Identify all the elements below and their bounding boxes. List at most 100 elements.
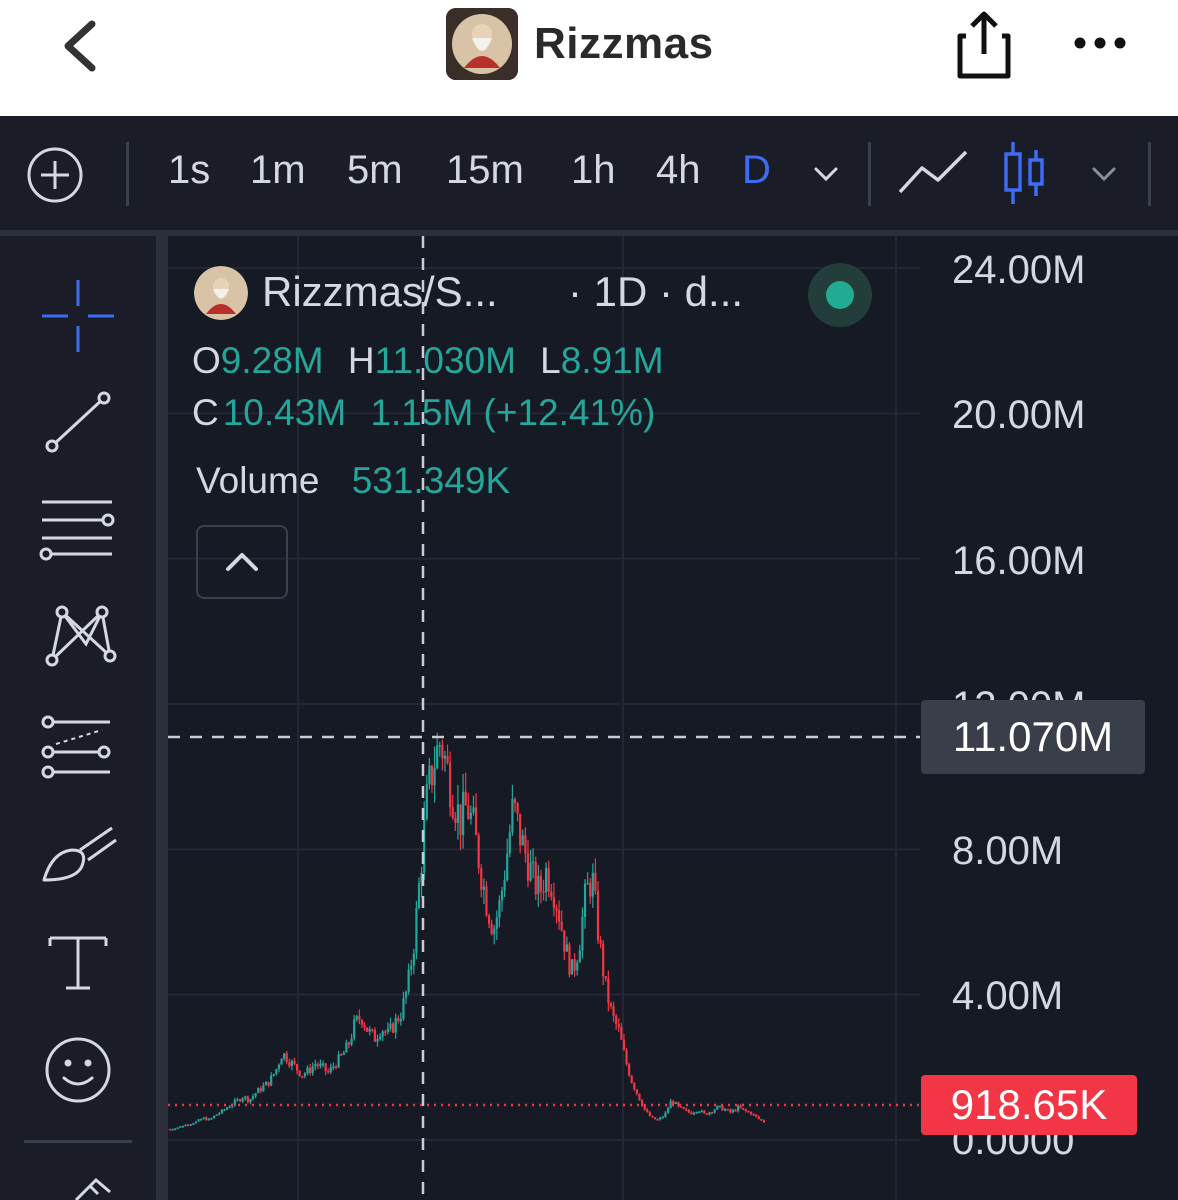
candle-body [220, 1109, 223, 1114]
timeframe-5m[interactable]: 5m [347, 148, 403, 193]
market-status-indicator [808, 263, 872, 327]
text-icon[interactable] [36, 926, 120, 1006]
candle-body [288, 1062, 291, 1067]
candle-body [762, 1120, 766, 1123]
candle-body [184, 1124, 187, 1127]
candle-body [586, 883, 589, 885]
candle-body [532, 861, 535, 864]
candle-body [529, 862, 532, 881]
candle-body [360, 1020, 364, 1025]
candle-body [490, 923, 493, 935]
candle-body [244, 1096, 247, 1099]
candle-body [734, 1110, 737, 1112]
candlestick-icon[interactable] [1000, 140, 1050, 206]
trend-line-icon[interactable] [36, 384, 120, 464]
candle-body [202, 1117, 205, 1120]
candle-body [389, 1023, 392, 1029]
candle-body [513, 799, 517, 804]
timeframe-15m[interactable]: 15m [446, 148, 524, 193]
candle-body [283, 1053, 286, 1059]
candle-body [628, 1064, 631, 1076]
candle-body [692, 1112, 696, 1115]
candle-body [454, 817, 457, 823]
candle-body [739, 1105, 742, 1109]
horizontal-lines-icon[interactable] [36, 490, 120, 570]
candle-body [337, 1054, 340, 1068]
candle-body [638, 1093, 641, 1101]
crosshair-price-label: 11.070M [921, 700, 1145, 774]
brush-icon[interactable] [36, 818, 120, 898]
legend-symbol[interactable]: Rizzmas/S... [262, 268, 498, 316]
candle-body [329, 1066, 332, 1073]
candle-body [350, 1038, 353, 1045]
candle-body [321, 1063, 325, 1065]
candle-body [687, 1109, 690, 1113]
candle-body [545, 868, 548, 892]
candle-body [485, 886, 488, 916]
candle-body [171, 1128, 174, 1131]
page-title: Rizzmas [534, 19, 714, 68]
pattern-icon[interactable] [36, 598, 120, 678]
candle-body [223, 1109, 226, 1112]
plus-circle-icon[interactable] [26, 146, 84, 204]
chevron-down-icon[interactable] [812, 160, 840, 188]
candle-body [487, 915, 491, 924]
candle-body [340, 1054, 343, 1056]
collapse-legend-button[interactable] [196, 525, 288, 599]
candle-body [259, 1088, 262, 1092]
candle-body [306, 1067, 309, 1074]
timeframe-1h[interactable]: 1h [571, 148, 616, 193]
candle-body [524, 835, 527, 854]
candle-body [371, 1029, 374, 1031]
candle-body [215, 1114, 218, 1116]
candle-body [539, 875, 543, 892]
timeframe-4h[interactable]: 4h [656, 148, 701, 193]
candle-body [316, 1064, 319, 1067]
candle-body [713, 1109, 716, 1113]
candle-body [653, 1117, 657, 1120]
candle-body [262, 1085, 265, 1092]
candle-body [578, 950, 581, 963]
eraser-icon[interactable] [36, 1172, 120, 1200]
high-label: H [347, 340, 375, 381]
candle-body [192, 1123, 195, 1125]
candle-body [443, 755, 447, 759]
candle-body [402, 997, 405, 1020]
chevron-left-icon[interactable] [58, 18, 102, 74]
timeframe-1m[interactable]: 1m [250, 148, 306, 193]
open-label: O [192, 340, 221, 381]
candle-body [666, 1108, 670, 1113]
legend-close-row: C 10.43M 1.15M (+12.41%) [192, 392, 655, 434]
candle-body [604, 976, 607, 979]
app-header: Rizzmas [0, 0, 1178, 116]
candle-body [698, 1111, 701, 1114]
candle-body [679, 1106, 683, 1108]
candle-body [373, 1029, 377, 1042]
candle-body [376, 1039, 379, 1042]
emoji-icon[interactable] [36, 1030, 120, 1110]
legend-avatar [194, 266, 248, 320]
y-tick-label: 8.00M [952, 829, 1064, 873]
candle-body [519, 813, 522, 846]
candle-body [285, 1053, 288, 1063]
candle-body [368, 1029, 371, 1032]
share-icon[interactable] [952, 10, 1016, 80]
timeframe-d[interactable]: D [742, 148, 771, 193]
tools-divider [24, 1140, 132, 1143]
y-tick-label: 20.00M [952, 393, 1086, 437]
candle-body [674, 1102, 677, 1104]
candle-body [612, 1006, 615, 1017]
candle-body [441, 745, 444, 759]
candle-body [449, 762, 452, 808]
candle-body [547, 868, 550, 892]
fib-icon[interactable] [36, 708, 120, 788]
line-chart-icon[interactable] [898, 148, 968, 198]
timeframe-1s[interactable]: 1s [168, 148, 210, 193]
candle-body [716, 1105, 719, 1110]
title-group: Rizzmas [446, 8, 714, 80]
candle-body [576, 962, 579, 971]
chevron-down-icon[interactable] [1090, 160, 1118, 188]
crosshair-icon[interactable] [36, 276, 120, 356]
more-icon[interactable] [1070, 28, 1130, 58]
price-chart[interactable]: 24.00M 20.00M 16.00M 12.00M 8.00M 4.00M … [168, 236, 1178, 1200]
